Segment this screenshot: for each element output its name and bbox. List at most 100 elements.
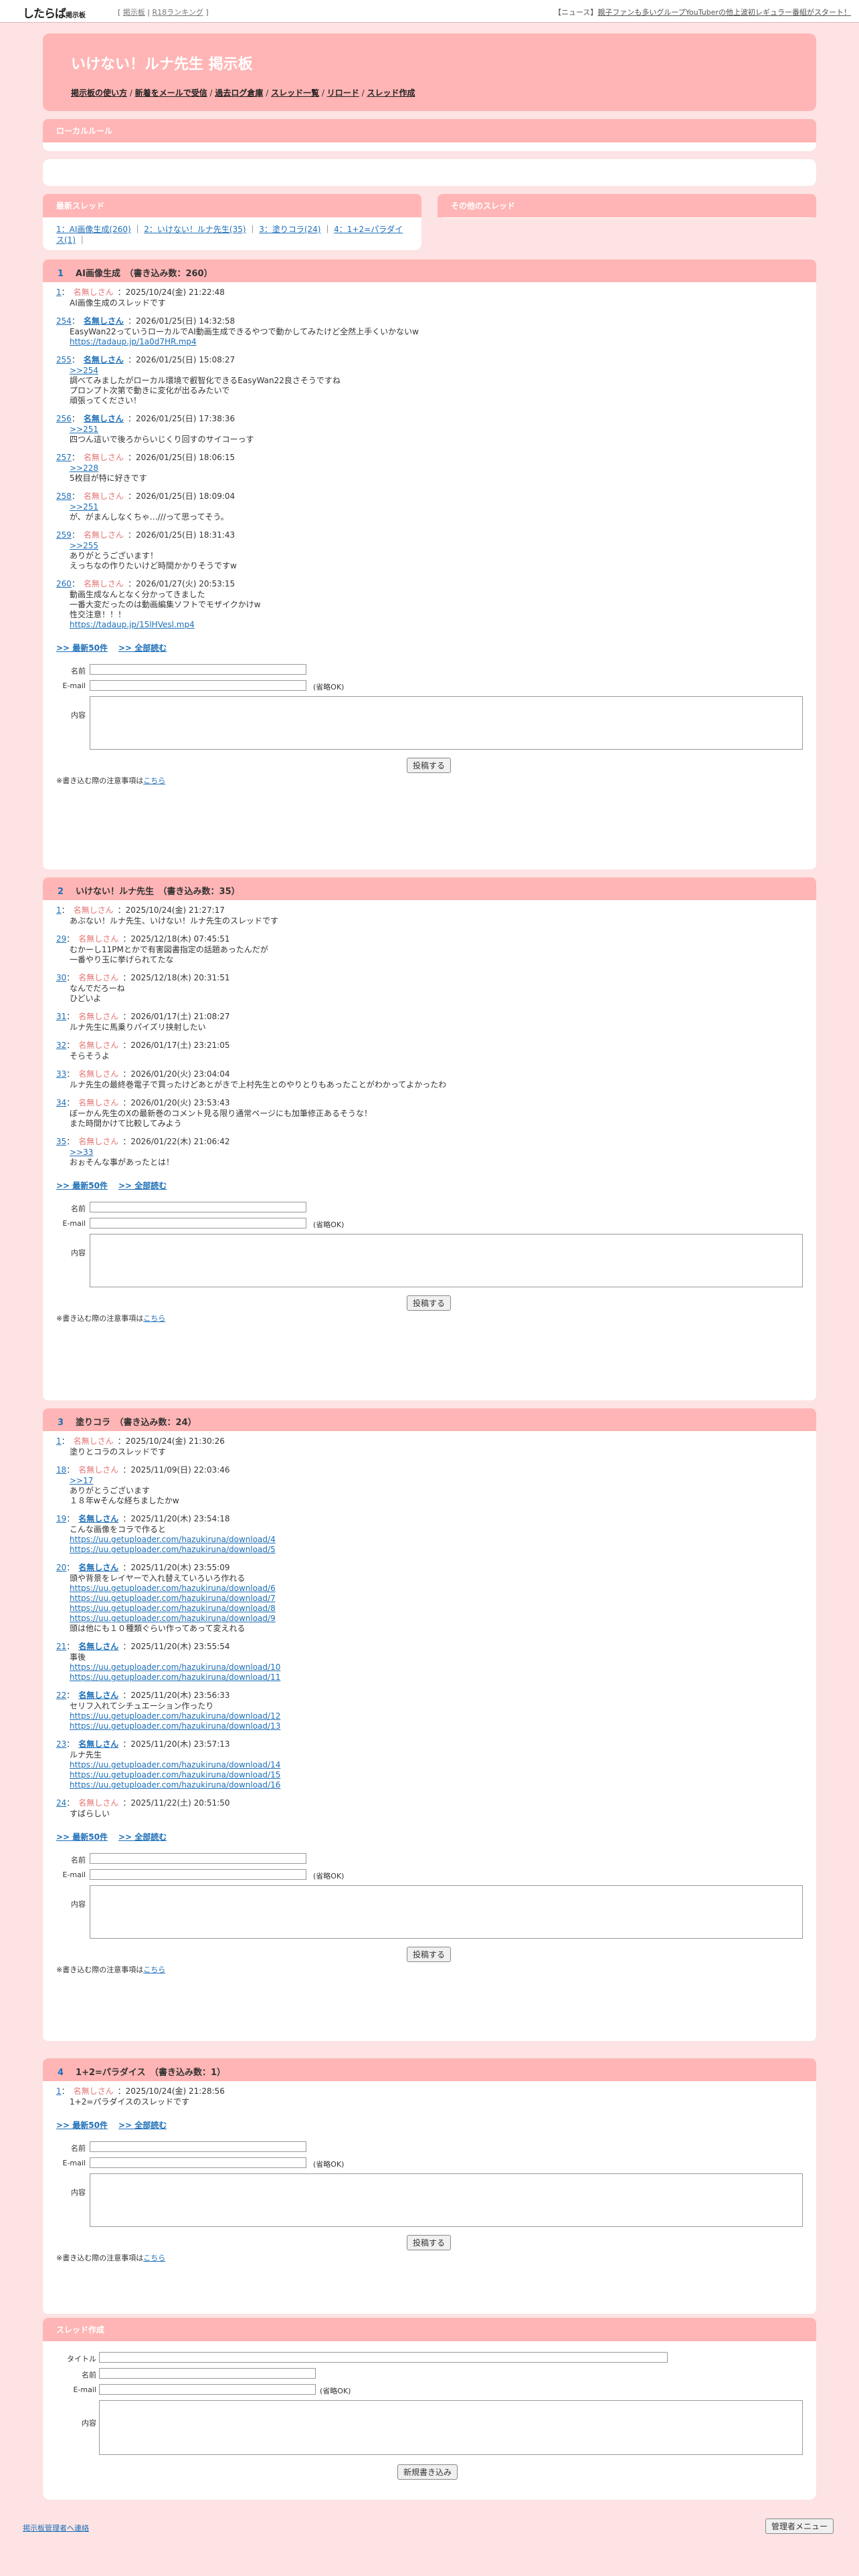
post-number[interactable]: 260 [56,579,72,588]
post-number[interactable]: 1 [56,905,62,915]
submit-button[interactable]: 投稿する [407,1947,452,1962]
post-link[interactable]: >>17 [70,1476,803,1486]
post-link[interactable]: https://uu.getuploader.com/hazukiruna/do… [70,1662,803,1673]
admin-menu-button[interactable]: 管理者メニュー [765,2518,834,2534]
content-textarea[interactable] [90,2173,803,2227]
post-number[interactable]: 23 [56,1739,66,1749]
name-input[interactable] [90,664,306,675]
read-all-link[interactable]: >> 全部読む [118,643,167,653]
post-number[interactable]: 34 [56,1098,66,1107]
latest-50-link[interactable]: >> 最新50件 [56,1832,108,1842]
read-all-link[interactable]: >> 全部読む [118,1832,167,1842]
poster-name[interactable]: 名無しさん [78,1514,118,1523]
post-number[interactable]: 259 [56,530,72,540]
post-link[interactable]: https://uu.getuploader.com/hazukiruna/do… [70,1535,803,1545]
board-info-link[interactable]: 掲示板 [123,8,145,17]
poster-name[interactable]: 名無しさん [84,355,124,364]
post-number[interactable]: 32 [56,1041,66,1050]
submit-button[interactable]: 投稿する [407,2235,452,2250]
create-name-input[interactable] [99,2368,316,2379]
r18-ranking-link[interactable]: R18ランキング [153,8,203,17]
poster-name[interactable]: 名無しさん [78,1691,118,1700]
nav-archive[interactable]: 過去ログ倉庫 [215,88,263,98]
post-link[interactable]: https://uu.getuploader.com/hazukiruna/do… [70,1594,803,1604]
read-all-link[interactable]: >> 全部読む [118,2121,167,2130]
submit-button[interactable]: 投稿する [407,758,452,773]
post-number[interactable]: 35 [56,1137,66,1146]
post-number[interactable]: 1 [56,2086,62,2096]
post-number[interactable]: 255 [56,355,72,364]
post-number[interactable]: 21 [56,1642,66,1651]
post-link[interactable]: >>251 [70,425,803,435]
thread-number[interactable]: 3 [58,1418,64,1428]
post-link[interactable]: https://uu.getuploader.com/hazukiruna/do… [70,1711,803,1721]
posting-note-link[interactable]: こちら [143,1965,165,1974]
nav-howto[interactable]: 掲示板の使い方 [71,88,127,98]
post-number[interactable]: 24 [56,1798,66,1808]
post-number[interactable]: 33 [56,1069,66,1079]
post-number[interactable]: 258 [56,492,72,501]
latest-50-link[interactable]: >> 最新50件 [56,1181,108,1190]
post-number[interactable]: 18 [56,1465,66,1475]
post-number[interactable]: 1 [56,288,62,297]
create-submit-button[interactable]: 新規書き込み [397,2464,458,2480]
read-all-link[interactable]: >> 全部読む [118,1181,167,1190]
post-link[interactable]: https://uu.getuploader.com/hazukiruna/do… [70,1721,803,1731]
nav-thread-list[interactable]: スレッド一覧 [271,88,319,98]
name-input[interactable] [90,2141,306,2152]
latest-50-link[interactable]: >> 最新50件 [56,2121,108,2130]
poster-name[interactable]: 名無しさん [84,316,124,326]
post-link[interactable]: https://uu.getuploader.com/hazukiruna/do… [70,1760,803,1770]
post-number[interactable]: 256 [56,414,72,423]
news-link[interactable]: 親子ファンも多いグループYouTuberの他上波初レギュラー番組がスタート！ [597,8,851,17]
post-number[interactable]: 31 [56,1012,66,1021]
contact-admin-link[interactable]: 掲示板管理者へ連絡 [23,2523,89,2533]
content-textarea[interactable] [90,1234,803,1287]
posting-note-link[interactable]: こちら [143,776,165,785]
create-title-input[interactable] [99,2352,668,2363]
post-link[interactable]: >>33 [70,1148,803,1158]
post-link[interactable]: https://uu.getuploader.com/hazukiruna/do… [70,1604,803,1614]
post-number[interactable]: 254 [56,316,72,326]
content-textarea[interactable] [90,696,803,750]
post-number[interactable]: 19 [56,1514,66,1523]
post-number[interactable]: 22 [56,1691,66,1700]
post-link[interactable]: >>228 [70,463,803,473]
poster-name[interactable]: 名無しさん [78,1642,118,1651]
recent-thread-link[interactable]: 3：塗りコラ(24) [259,225,320,234]
nav-mail[interactable]: 新着をメールで受信 [135,88,207,98]
latest-50-link[interactable]: >> 最新50件 [56,643,108,653]
nav-create-thread[interactable]: スレッド作成 [367,88,415,98]
post-link[interactable]: https://uu.getuploader.com/hazukiruna/do… [70,1770,803,1780]
submit-button[interactable]: 投稿する [407,1295,452,1311]
email-input[interactable] [90,1869,306,1880]
post-number[interactable]: 29 [56,934,66,944]
site-logo[interactable]: したらば掲示板 [23,4,86,21]
thread-number[interactable]: 2 [58,887,64,897]
post-link[interactable]: https://uu.getuploader.com/hazukiruna/do… [70,1584,803,1594]
recent-thread-link[interactable]: 1：AI画像生成(260) [56,225,131,234]
post-link[interactable]: https://uu.getuploader.com/hazukiruna/do… [70,1614,803,1624]
post-link[interactable]: https://uu.getuploader.com/hazukiruna/do… [70,1780,803,1790]
poster-name[interactable]: 名無しさん [78,1563,118,1572]
post-number[interactable]: 30 [56,973,66,982]
post-link[interactable]: https://tadaup.jp/1a0d7HR.mp4 [70,337,803,347]
email-input[interactable] [90,1218,306,1228]
posting-note-link[interactable]: こちら [143,2254,165,2262]
post-link[interactable]: >>254 [70,366,803,376]
name-input[interactable] [90,1202,306,1212]
post-link[interactable]: https://uu.getuploader.com/hazukiruna/do… [70,1545,803,1555]
email-input[interactable] [90,2157,306,2168]
create-email-input[interactable] [99,2384,316,2395]
poster-name[interactable]: 名無しさん [84,414,124,423]
post-number[interactable]: 257 [56,453,72,462]
recent-thread-link[interactable]: 2：いけない！ルナ先生(35) [144,225,246,234]
poster-name[interactable]: 名無しさん [78,1739,118,1749]
content-textarea[interactable] [90,1885,803,1939]
post-link[interactable]: https://tadaup.jp/15lHVesl.mp4 [70,620,803,630]
thread-number[interactable]: 1 [58,269,64,279]
post-link[interactable]: >>251 [70,502,803,512]
name-input[interactable] [90,1853,306,1864]
posting-note-link[interactable]: こちら [143,1314,165,1323]
create-content-textarea[interactable] [99,2400,803,2455]
